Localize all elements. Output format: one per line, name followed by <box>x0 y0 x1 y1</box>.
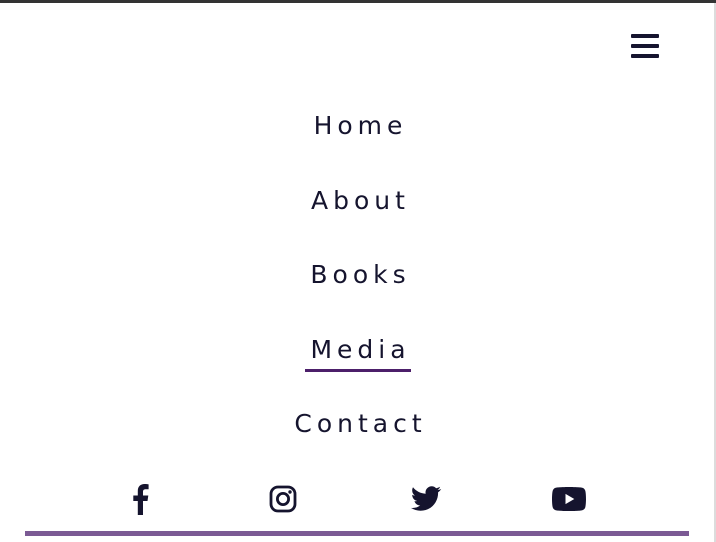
nav-link-label: Home <box>313 111 408 140</box>
nav-link-media[interactable]: Media <box>0 335 716 372</box>
nav-link-label: About <box>311 186 410 215</box>
footer-accent-bar <box>25 531 689 536</box>
nav-link-label: Media <box>305 335 411 372</box>
youtube-link[interactable] <box>549 482 589 516</box>
instagram-link[interactable] <box>263 482 303 516</box>
nav-link-label: Contact <box>294 409 427 438</box>
facebook-link[interactable] <box>120 482 160 516</box>
nav-link-about[interactable]: About <box>0 186 716 216</box>
main-navigation: Home About Books Media Contact <box>0 0 716 542</box>
mobile-menu-page: Home About Books Media Contact <box>0 0 716 542</box>
facebook-icon <box>133 484 149 515</box>
instagram-icon <box>269 485 297 513</box>
nav-link-books[interactable]: Books <box>0 260 716 290</box>
nav-link-contact[interactable]: Contact <box>0 409 716 439</box>
youtube-icon <box>552 487 586 511</box>
social-links <box>0 482 716 516</box>
twitter-link[interactable] <box>406 482 446 516</box>
nav-link-label: Books <box>310 260 411 289</box>
nav-link-home[interactable]: Home <box>0 111 716 141</box>
twitter-icon <box>411 486 442 511</box>
